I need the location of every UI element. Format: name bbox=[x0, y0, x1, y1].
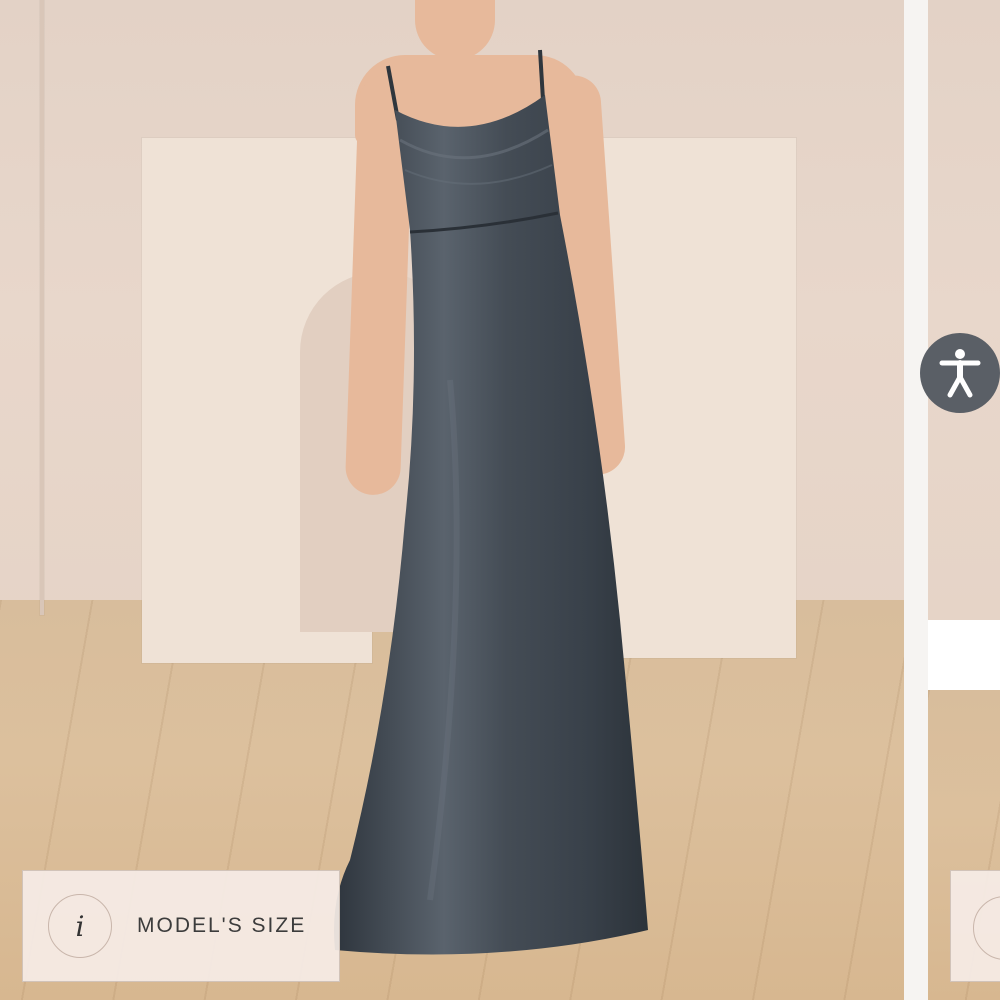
carousel-gap bbox=[904, 0, 928, 1000]
studio-scene bbox=[0, 0, 904, 1000]
accessibility-button[interactable] bbox=[920, 333, 1000, 413]
info-icon-next bbox=[973, 896, 1000, 960]
satin-slip-dress bbox=[334, 49, 648, 955]
accessibility-person-icon bbox=[939, 349, 981, 398]
product-image-main[interactable] bbox=[0, 0, 904, 1000]
model-size-button-next[interactable] bbox=[950, 870, 1000, 982]
model-size-label: MODEL'S SIZE bbox=[137, 914, 307, 937]
studio-scene-next bbox=[928, 0, 1000, 1000]
background-wall-next bbox=[928, 0, 1000, 620]
info-icon: i bbox=[48, 894, 112, 958]
product-image-next[interactable] bbox=[928, 0, 1000, 1000]
model-size-button[interactable]: i MODEL'S SIZE bbox=[22, 870, 340, 982]
